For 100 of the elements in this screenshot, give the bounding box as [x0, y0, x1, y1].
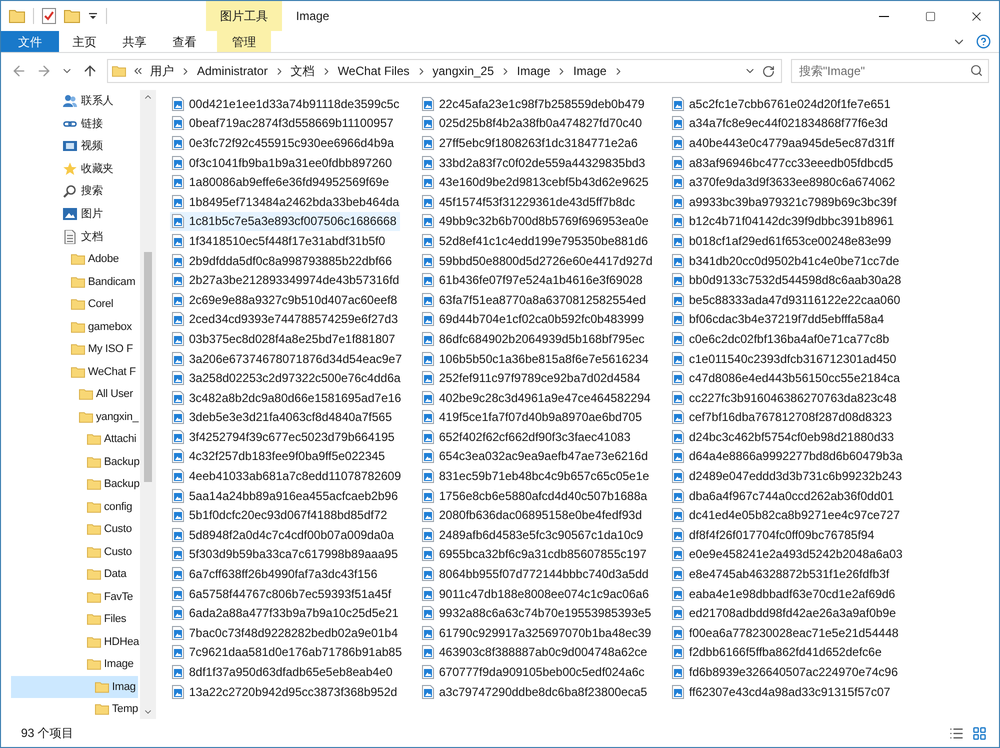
file-item[interactable]: 6a7cff638ff26b4990faf7a3dc43f156 — [170, 564, 400, 584]
file-item[interactable]: 0f3c1041fb9ba1b9a31ee0fdbb897260 — [170, 152, 400, 172]
file-item[interactable]: d24bc3c462bf5754cf0eb98d21880d33 — [670, 427, 900, 447]
file-item[interactable]: a9933bc39ba979321c7989b69c3bc39f — [670, 192, 900, 212]
file-item[interactable]: dc41ed4e05b82ca8b9271ee4c97ce727 — [670, 505, 900, 526]
file-item[interactable]: 106b5b50c1a36be815a8f6e7e5616234 — [420, 348, 650, 368]
file-item[interactable]: 8df1f37a950d63dfadb65e5eb8eab4e0 — [170, 662, 400, 682]
file-item[interactable]: 652f402f62cf662df90f3c3faec41083 — [420, 427, 650, 447]
file-item[interactable]: f2dbb6166f5ffba862fd41d652defc6e — [670, 642, 900, 662]
ribbon-tab[interactable]: 主页 — [60, 31, 109, 52]
file-item[interactable]: 69d44b704e1cf02ca0b592fc0b483999 — [420, 310, 650, 330]
breadcrumb[interactable]: WeChat Files — [338, 62, 410, 80]
file-item[interactable]: 6a5758f44767c806b7ec59393f51a45f — [170, 584, 400, 604]
breadcrumb[interactable]: 用户 — [150, 62, 174, 80]
file-tab[interactable]: 文件 — [1, 31, 59, 52]
file-item[interactable]: 00d421e1ee1d33a74b91118de3599c5c — [170, 94, 400, 114]
file-item[interactable]: c0e6c2dc02fbf136ba4af0e71ca77c8b — [670, 329, 900, 349]
nav-item[interactable]: Custo — [11, 540, 138, 563]
breadcrumb[interactable]: Administrator — [197, 62, 268, 80]
nav-item[interactable]: config — [11, 496, 138, 518]
file-item[interactable]: 2c69e9e88a9327c9b510d407ac60eef8 — [170, 290, 400, 310]
file-item[interactable]: f00ea6a778230028eac71e5e21d54448 — [670, 623, 900, 643]
breadcrumb[interactable]: Image — [573, 62, 607, 80]
overflow-chevron-icon[interactable] — [132, 65, 144, 77]
file-item[interactable]: 1c81b5c7e5a3e893cf007506c1686668 — [170, 212, 400, 232]
nav-item[interactable]: My ISO F — [11, 338, 138, 360]
file-item[interactable]: a34a7fc8e9ec44f021834868f77f6e3d — [670, 114, 900, 134]
file-item[interactable]: b341db20cc0d9502b41c4e0be71cc7de — [670, 250, 900, 270]
file-item[interactable]: 2b9dfdda5df0c8a998793885b22dbf66 — [170, 250, 400, 270]
nav-item[interactable]: Temp — [11, 698, 138, 719]
nav-item[interactable]: 视频 — [11, 135, 138, 158]
file-item[interactable]: a83af96946bc477cc33eeedb05fdbcd5 — [670, 152, 900, 172]
address-bar[interactable]: 用户 Administrator 文档 WeChat Files yangxin_25 Image Image — [107, 59, 782, 83]
nav-item[interactable]: Adobe — [11, 248, 138, 270]
nav-item[interactable]: 链接 — [11, 112, 138, 135]
file-item[interactable]: 0e3fc72f92c455915c930ee6966d4b9a — [170, 133, 400, 153]
file-item[interactable]: ff62307e43cd4a98ad33c91315f57c07 — [670, 682, 900, 702]
file-item[interactable]: c1e011540c2393dfcb316712301ad450 — [670, 348, 900, 368]
file-item[interactable]: 52d8ef41c1c4edd199e795350be881d6 — [420, 231, 650, 251]
file-item[interactable]: 1f3418510ec5f448f17e31abdf31b5f0 — [170, 231, 400, 251]
scrollbar-thumb[interactable] — [144, 252, 152, 482]
file-item[interactable]: 86dfc684902b2064939d5b168bf795ec — [420, 329, 650, 349]
file-item[interactable]: 8064bb955f07d772144bbbc740d3a5dd — [420, 564, 650, 584]
file-item[interactable]: e8e4745ab46328872b531f1e26fdfb3f — [670, 564, 900, 584]
nav-item[interactable]: gamebox — [11, 316, 138, 338]
file-item[interactable]: 43e160d9be2d9813cebf5b43d62e9625 — [420, 172, 650, 192]
dropdown-icon[interactable] — [88, 11, 98, 21]
properties-icon[interactable] — [42, 8, 56, 24]
file-item[interactable]: bf06cdac3b4e37219f7dd5ebfffa58a4 — [670, 310, 900, 330]
nav-item[interactable]: Bandicam — [11, 270, 138, 293]
file-item[interactable]: 252fef911c97f9789ce92ba7d02d4584 — [420, 368, 650, 388]
file-item[interactable]: fd6b8939e326640507ac224970e74c96 — [670, 662, 900, 682]
breadcrumb[interactable]: yangxin_25 — [432, 62, 494, 80]
file-item[interactable]: a40be443e0c4779aa945de5ec87d31ff — [670, 133, 900, 153]
file-item[interactable]: 59bbd50e8800d5d2726e60e4417d927d — [420, 250, 650, 270]
file-item[interactable]: 419f5ce1fa7f07d40b9a8970ae6bd705 — [420, 408, 650, 428]
file-item[interactable]: b018cf1af29ed61f653ce00248e83e99 — [670, 231, 900, 251]
file-item[interactable]: 4eeb41033ab681a7c8edd11078782609 — [170, 466, 400, 486]
file-item[interactable]: 3c482a8b2dc9a80d66e1581695ad7e16 — [170, 388, 400, 408]
file-item[interactable]: 1b8495ef713484a2462bda33beb464da — [170, 192, 400, 212]
file-item[interactable]: 61b436fe07f97e524a1b4616e3f69028 — [420, 270, 650, 290]
file-item[interactable]: 6955bca32bf6c9a31cdb85607855c197 — [420, 544, 650, 564]
file-item[interactable]: 2489afb6d4583e5fc3c90567c1da10c9 — [420, 525, 650, 545]
file-item[interactable]: 03b375ec8d028f4a8e25bd7e1f881807 — [170, 329, 400, 349]
nav-item[interactable]: 搜索 — [11, 180, 138, 202]
file-item[interactable]: df8f4f26f017704fc0ff09bc76785f94 — [670, 525, 900, 545]
file-item[interactable]: 463903c8f388887ab0c9d004748a62ce — [420, 642, 650, 662]
file-item[interactable]: 1756e8cb6e5880afcd4d40c507b1688a — [420, 486, 650, 506]
file-item[interactable]: 5d8948f2a0d4c7c4cdf00b07a009da0a — [170, 525, 400, 545]
nav-item[interactable]: Backup — [11, 473, 138, 496]
forward-icon[interactable] — [36, 63, 52, 79]
file-item[interactable]: 4c32f257db183fee9f0ba9ff5e022345 — [170, 446, 400, 466]
breadcrumb[interactable]: 文档 — [290, 62, 315, 80]
help-icon[interactable] — [976, 34, 991, 49]
file-item[interactable]: b12c4b71f04142dc39f9dbbc391b8961 — [670, 212, 900, 232]
breadcrumb[interactable]: Image — [516, 62, 550, 80]
nav-item[interactable]: FavTe — [11, 586, 138, 608]
file-item[interactable]: a3c79747290ddbe8dc6ba8f23800eca5 — [420, 682, 650, 702]
back-icon[interactable] — [11, 63, 27, 79]
file-item[interactable]: c47d8086e4ed443b56150cc55e2184ca — [670, 368, 900, 388]
file-item[interactable]: 7bac0c73f48d9228282bedb02a9e01b4 — [170, 623, 400, 643]
file-item[interactable]: 2080fb636dac06895158e0be4fedf93d — [420, 505, 650, 526]
ribbon-tab[interactable]: 共享 — [110, 31, 159, 52]
nav-item[interactable]: Backup — [11, 450, 138, 473]
file-item[interactable]: 22c45afa23e1c98f7b258559deb0b479 — [420, 94, 650, 114]
file-item[interactable]: bb0d9133c7532d544598d8c6aab30a28 — [670, 270, 900, 290]
file-item[interactable]: d2489e047eddd3d3b731c6b99232b243 — [670, 466, 900, 486]
file-item[interactable]: 27ff5ebc9f1808263f1dc3184771e2a6 — [420, 133, 650, 153]
file-item[interactable]: 025d25b8f4b2a38fb0a474827fd70c40 — [420, 114, 650, 134]
nav-item[interactable]: Custo — [11, 518, 138, 540]
nav-item[interactable]: All User — [11, 383, 138, 406]
nav-item[interactable]: WeChat F — [11, 360, 138, 383]
nav-item[interactable]: 图片 — [11, 203, 138, 226]
file-item[interactable]: 49bb9c32b6b700d8b5769f696953ea0e — [420, 212, 650, 232]
file-item[interactable]: 5f303d9b59ba33ca7c617998b89aaa95 — [170, 544, 400, 564]
nav-item[interactable]: Imag — [11, 676, 138, 698]
file-item[interactable]: 2b27a3be212893349974de43b57316fd — [170, 270, 400, 290]
file-item[interactable]: 0beaf719ac2874f3d558669b11100957 — [170, 114, 400, 134]
up-icon[interactable] — [82, 63, 98, 79]
file-item[interactable]: dba6a4f967c744a0ccd262ab36f0dd01 — [670, 486, 900, 506]
